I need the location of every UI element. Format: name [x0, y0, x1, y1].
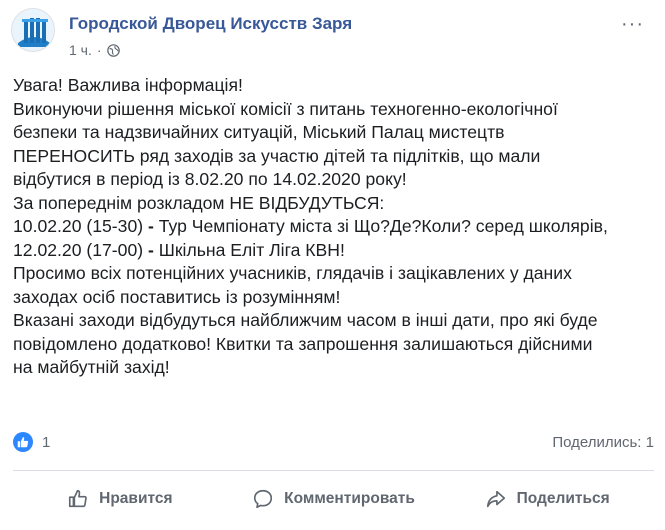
post-timestamp[interactable]: 1 ч. — [69, 42, 92, 58]
like-button[interactable]: Нравится — [13, 478, 227, 520]
like-reaction-icon[interactable] — [13, 432, 33, 452]
meta-separator: · — [96, 42, 102, 58]
post-text-line: заходах осіб поставитись із розумінням! — [13, 286, 658, 310]
post-text-segment: 12.02.20 (17-00) — [13, 239, 148, 260]
post-text-line: на майбутній захід! — [13, 356, 658, 380]
like-button-label: Нравится — [99, 490, 173, 507]
post-text-segment: безпеки та надзвичайних ситуацій, Міськи… — [13, 122, 505, 142]
post-text-segment: Виконуючи рішення міської комісії з пита… — [13, 98, 558, 119]
share-count[interactable]: Поделились: 1 — [552, 434, 654, 451]
post-text-segment: Просимо всіх потенційних учасників, гляд… — [13, 263, 572, 283]
post-text-segment: Шкільна Еліт Ліга КВН! — [153, 239, 345, 260]
palace-logo-icon — [12, 9, 54, 51]
post-stats: 1 Поделились: 1 — [13, 430, 654, 454]
post-text-line: 10.02.20 (15-30) - Тур Чемпіонату міста … — [13, 215, 658, 239]
more-options-icon[interactable]: ··· — [621, 14, 644, 34]
post-text-segment: 10.02.20 (15-30) — [13, 216, 148, 236]
post-text-segment: на майбутній захід! — [13, 357, 170, 377]
post-text-segment: заходах осіб поставитись із розумінням! — [13, 286, 341, 307]
post-text-line: відбутися в період із 8.02.20 по 14.02.2… — [13, 168, 658, 192]
post-text-line: За попереднім розкладом НЕ ВІДБУДУТЬСЯ: — [13, 192, 658, 216]
post-text-line: 12.02.20 (17-00) - Шкільна Еліт Ліга КВН… — [13, 239, 658, 263]
facebook-post: Городской Дворец Искусств Заря 1 ч. · ··… — [0, 0, 665, 530]
post-text-segment: ПЕРЕНОСИТЬ ряд заходів за участю дітей т… — [13, 145, 541, 166]
post-text-line: Вказані заходи відбудуться найближчим ча… — [13, 309, 658, 333]
divider — [13, 470, 654, 471]
post-text-segment: Увага! Важлива інформація! — [13, 75, 243, 95]
post-text-segment: Тур Чемпіонату міста зі Що?Де?Коли? сере… — [153, 216, 608, 236]
share-button[interactable]: Поделиться — [440, 478, 654, 520]
post-text-segment: повідомлено додатково! Квитки та запроше… — [13, 333, 593, 354]
page-name-link[interactable]: Городской Дворец Искусств Заря — [69, 14, 352, 34]
comment-button-label: Комментировать — [284, 490, 415, 507]
comment-bubble-icon — [254, 489, 273, 509]
post-text-segment: Вказані заходи відбудуться найближчим ча… — [13, 310, 598, 330]
comment-button[interactable]: Комментировать — [227, 478, 441, 520]
share-button-label: Поделиться — [516, 490, 610, 507]
post-text-line: Увага! Важлива інформація! — [13, 74, 658, 98]
post-header: Городской Дворец Искусств Заря 1 ч. · ··… — [11, 8, 665, 64]
post-meta: 1 ч. · — [69, 42, 120, 58]
share-arrow-icon — [486, 490, 505, 508]
globe-icon — [106, 43, 120, 57]
page-avatar[interactable] — [11, 8, 55, 52]
post-body: Увага! Важлива інформація! Виконуючи ріше… — [13, 74, 658, 380]
post-text-segment: відбутися в період із 8.02.20 по 14.02.2… — [13, 169, 407, 189]
reaction-count[interactable]: 1 — [42, 434, 50, 451]
post-text-line: Виконуючи рішення міської комісії з пита… — [13, 98, 658, 122]
post-text-line: безпеки та надзвичайних ситуацій, Міськи… — [13, 121, 658, 145]
post-text-line: повідомлено додатково! Квитки та запроше… — [13, 333, 658, 357]
action-bar: Нравится Комментировать Поделиться — [13, 478, 654, 520]
thumbs-up-icon — [69, 489, 87, 508]
post-text-line: Просимо всіх потенційних учасників, гляд… — [13, 262, 658, 286]
post-text-line: ПЕРЕНОСИТЬ ряд заходів за участю дітей т… — [13, 145, 658, 169]
post-text-segment: За попереднім розкладом НЕ ВІДБУДУТЬСЯ: — [13, 192, 385, 213]
